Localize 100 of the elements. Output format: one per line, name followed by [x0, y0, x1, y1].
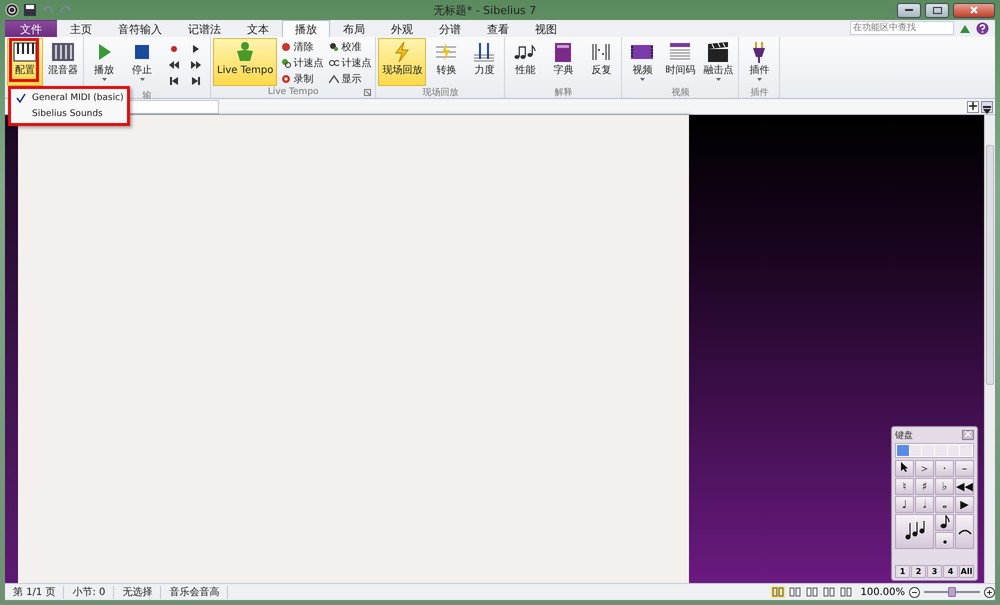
dialog-launcher-icon[interactable] — [364, 88, 372, 96]
ribbon-tab[interactable]: 播放 — [282, 20, 330, 37]
ribbon-button[interactable]: 停止 — [124, 38, 160, 86]
group-label: 现场回放 — [422, 86, 458, 98]
keypad-key[interactable]: ＞ — [915, 460, 934, 477]
zoom-out-icon[interactable] — [909, 586, 920, 598]
dropdown-icon — [983, 106, 991, 114]
keypad-key[interactable] — [935, 532, 954, 549]
group-label: Live Tempo — [268, 87, 319, 97]
keypad-key[interactable] — [895, 460, 914, 477]
zoom-level: 100.00% — [860, 586, 905, 598]
ribbon-button[interactable]: 现场回放 — [378, 38, 426, 86]
keypad-key[interactable]: ♭ — [935, 478, 954, 495]
ribbon-tab[interactable]: 视图 — [522, 20, 570, 37]
close-button[interactable] — [953, 2, 995, 18]
ribbon-button[interactable]: 转换 — [428, 38, 464, 86]
ribbon-tab[interactable]: 查看 — [474, 20, 522, 37]
close-icon — [970, 6, 978, 14]
clapperboard-icon — [706, 41, 730, 63]
ribbon-button[interactable]: 显示 — [327, 71, 374, 86]
ribbon-tab[interactable]: 分谱 — [426, 20, 474, 37]
vertical-scrollbar[interactable] — [984, 115, 995, 583]
dot-icon — [942, 540, 946, 544]
file-tab[interactable]: 文件 — [5, 20, 57, 37]
ribbon-button[interactable]: 插件 — [741, 38, 778, 86]
group-label: 视频 — [671, 86, 690, 98]
voice-button[interactable]: 1 — [895, 565, 910, 578]
keypad-key[interactable] — [955, 514, 974, 549]
tie-icon — [958, 528, 972, 535]
keyboard-icon — [13, 41, 37, 63]
keypad-key[interactable]: ▶ — [955, 496, 974, 513]
status-text: 第 1/1 页 — [5, 586, 64, 598]
ribbon-tab[interactable]: 音符输入 — [105, 20, 175, 37]
ribbon-tab[interactable]: 主页 — [57, 20, 105, 37]
ribbon-button[interactable]: 性能 — [507, 38, 544, 86]
ribbon-button[interactable]: 计速点 — [279, 55, 326, 70]
zoom-in-icon[interactable] — [984, 586, 995, 598]
collapse-ribbon-icon[interactable] — [960, 25, 970, 33]
ribbon-button[interactable]: 录制 — [279, 71, 326, 86]
status-text: 小节: 0 — [64, 586, 114, 598]
menu-item[interactable]: General MIDI (basic) — [13, 90, 125, 106]
page-view-icon — [770, 586, 784, 598]
keypad-key[interactable]: ◀◀ — [955, 478, 974, 495]
help-icon[interactable] — [976, 22, 989, 35]
save-icon[interactable] — [23, 3, 37, 17]
zoom-slider-thumb[interactable] — [948, 587, 956, 597]
keypad-key[interactable]: · — [935, 460, 954, 477]
page-view-button[interactable] — [770, 586, 784, 598]
voice-button[interactable]: 3 — [927, 565, 942, 578]
ribbon-button[interactable]: 校准 — [327, 39, 374, 54]
ribbon-button[interactable]: 力度 — [466, 38, 502, 86]
keypad-key[interactable]: – — [955, 460, 974, 477]
new-tab-button[interactable] — [967, 100, 979, 112]
menu-item[interactable]: Sibelius Sounds — [13, 106, 125, 122]
ribbon-button[interactable]: 混音器 — [45, 38, 81, 86]
ribbon-button[interactable]: 清除 — [279, 39, 326, 54]
keypad-key[interactable]: ♯ — [915, 478, 934, 495]
keypad-key[interactable]: 𝅝 — [935, 496, 954, 513]
ribbon-tab[interactable]: 外观 — [378, 20, 426, 37]
keypad-key[interactable] — [895, 514, 934, 549]
mixer-icon — [51, 41, 75, 63]
status-text: 音乐会音高 — [161, 586, 228, 598]
ribbon-tab[interactable]: 布局 — [330, 20, 378, 37]
grid-view-icon — [788, 586, 802, 598]
full-screen-button[interactable] — [838, 586, 852, 598]
plus-icon — [969, 102, 977, 110]
group-label: 解释 — [554, 86, 572, 98]
ribbon-button[interactable]: Live Tempo — [213, 38, 278, 86]
voice-button[interactable]: 4 — [943, 565, 958, 578]
keypad-key[interactable]: 𝅗𝅥 — [915, 496, 934, 513]
ribbon-button[interactable]: 播放 — [86, 38, 122, 86]
ribbon-button[interactable]: 时间码 — [662, 38, 698, 86]
panorama-view-button[interactable] — [822, 586, 836, 598]
keypad-key[interactable]: ♮ — [895, 478, 914, 495]
app-icon[interactable] — [5, 3, 19, 17]
keypad-key[interactable] — [935, 514, 954, 531]
ribbon-tab[interactable]: 文本 — [234, 20, 282, 37]
voice-button[interactable]: All — [959, 565, 974, 578]
record-icon — [281, 74, 292, 84]
window-title: 无标题* - Sibelius 7 — [432, 2, 538, 18]
ribbon-button[interactable]: 计速点 — [327, 55, 374, 70]
group-label: 插件 — [750, 86, 768, 98]
voice-button[interactable]: 2 — [911, 565, 926, 578]
grid-view-button[interactable] — [788, 586, 802, 598]
restore-icon — [932, 6, 942, 14]
ribbon-button[interactable]: 字典 — [545, 38, 582, 86]
minimize-button[interactable] — [897, 2, 921, 18]
ribbon-tab[interactable]: 记谱法 — [175, 20, 234, 37]
tab-menu-button[interactable] — [981, 100, 993, 112]
keypad-key[interactable]: ♩ — [895, 496, 914, 513]
ribbon-button[interactable]: 融击点 — [700, 38, 736, 86]
pointer-icon — [900, 462, 908, 472]
ribbon-button[interactable]: 视频 — [624, 38, 660, 86]
spread-view-button[interactable] — [804, 586, 818, 598]
status-text: 无选择 — [114, 586, 162, 598]
restore-button[interactable] — [925, 2, 949, 18]
staff-sliders-icon — [472, 41, 496, 63]
search-field[interactable]: 在功能区中查找 — [850, 21, 954, 35]
minimize-icon — [905, 8, 913, 12]
ribbon-button[interactable]: 反复 — [583, 38, 620, 86]
